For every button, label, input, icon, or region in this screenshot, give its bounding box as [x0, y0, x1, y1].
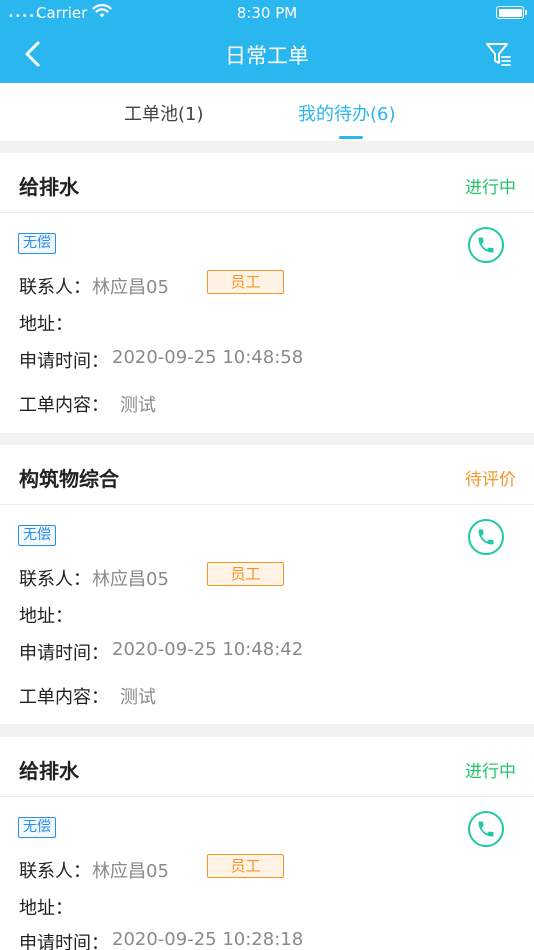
contact-label: 联系人：	[19, 569, 91, 590]
fee-type-badge: 无偿	[18, 233, 56, 254]
contact-label: 联系人：	[19, 277, 91, 298]
phone-icon	[478, 237, 494, 253]
phone-icon	[478, 821, 494, 837]
contact-name: 林应昌05	[92, 569, 169, 590]
apply-time-value: 2020-09-25 10:28:18	[112, 929, 304, 950]
address-label: 地址：	[19, 898, 73, 919]
card-header: 给排水 进行中	[0, 737, 534, 797]
address-label: 地址：	[19, 606, 73, 627]
order-title: 给排水	[19, 759, 79, 783]
content-label: 工单内容：	[19, 395, 109, 416]
content-value: 测试	[120, 395, 156, 416]
contact-name: 林应昌05	[92, 277, 169, 298]
status-badge: 进行中	[465, 178, 516, 198]
tab-ticket-pool[interactable]: 工单池(1)	[124, 100, 204, 126]
tab-my-todo[interactable]: 我的待办(6)	[298, 100, 396, 126]
app-header: ••••• Carrier 8:30 PM 日常工单	[0, 0, 534, 83]
contact-label: 联系人：	[19, 861, 91, 882]
back-button[interactable]	[18, 38, 48, 70]
clock: 8:30 PM	[236, 4, 298, 22]
work-order-card[interactable]: 给排水 进行中 无偿 联系人： 林应昌05 员工 地址： 申请时间： 2020-…	[0, 737, 534, 950]
active-tab-indicator	[339, 136, 363, 139]
content-value: 测试	[120, 687, 156, 708]
role-badge: 员工	[207, 854, 284, 878]
work-order-card[interactable]: 给排水 进行中 无偿 联系人： 林应昌05 员工 地址： 申请时间： 2020-…	[0, 153, 534, 433]
status-badge: 进行中	[465, 762, 516, 782]
status-bar: ••••• Carrier 8:30 PM	[0, 0, 534, 26]
work-order-card[interactable]: 构筑物综合 待评价 无偿 联系人： 林应昌05 员工 地址： 申请时间： 202…	[0, 445, 534, 724]
order-title: 给排水	[19, 175, 79, 199]
tab-bar: 工单池(1) 我的待办(6)	[0, 83, 534, 141]
call-button[interactable]	[468, 811, 504, 847]
fee-type-badge: 无偿	[18, 525, 56, 546]
content-label: 工单内容：	[19, 687, 109, 708]
contact-name: 林应昌05	[92, 861, 169, 882]
order-title: 构筑物综合	[19, 467, 119, 491]
chevron-left-icon	[25, 41, 40, 67]
apply-time-value: 2020-09-25 10:48:42	[112, 639, 304, 660]
apply-time-value: 2020-09-25 10:48:58	[112, 347, 304, 368]
page-title: 日常工单	[225, 44, 309, 68]
role-badge: 员工	[207, 562, 284, 586]
apply-time-label: 申请时间：	[19, 933, 109, 950]
battery-icon	[496, 6, 527, 19]
card-header: 给排水 进行中	[0, 153, 534, 213]
status-badge: 待评价	[465, 470, 516, 490]
call-button[interactable]	[468, 227, 504, 263]
card-header: 构筑物综合 待评价	[0, 445, 534, 505]
role-badge: 员工	[207, 270, 284, 294]
apply-time-label: 申请时间：	[19, 643, 109, 664]
phone-icon	[478, 529, 494, 545]
filter-icon	[486, 43, 511, 66]
filter-button[interactable]	[484, 40, 512, 68]
call-button[interactable]	[468, 519, 504, 555]
address-label: 地址：	[19, 314, 73, 335]
apply-time-label: 申请时间：	[19, 351, 109, 372]
fee-type-badge: 无偿	[18, 817, 56, 838]
